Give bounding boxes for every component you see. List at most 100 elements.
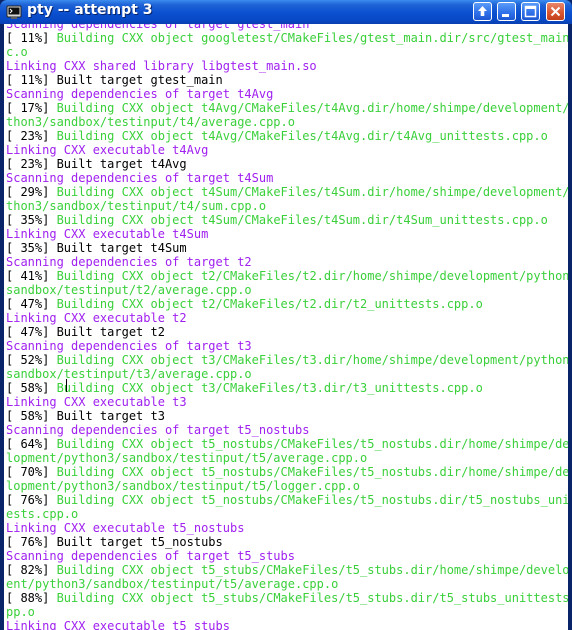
close-button[interactable] bbox=[546, 2, 565, 21]
minimize-button[interactable] bbox=[497, 2, 516, 21]
terminal-line: [ 17%] Building CXX object t4Avg/CMakeFi… bbox=[6, 101, 568, 115]
terminal-line: ent/python3/sandbox/testinput/t5/average… bbox=[6, 577, 568, 591]
line-text: thon3/sandbox/testinput/t4/sum.cpp.o bbox=[6, 199, 267, 213]
terminal-line: [ 35%] Building CXX object t4Sum/CMakeFi… bbox=[6, 213, 568, 227]
terminal-line: [ 47%] Building CXX object t2/CMakeFiles… bbox=[6, 297, 568, 311]
line-text: Scanning dependencies of target t3 bbox=[6, 339, 252, 353]
close-icon bbox=[550, 6, 561, 17]
terminal-line: Scanning dependencies of target t3 bbox=[6, 339, 568, 353]
line-build-text: Building CXX object googletest/CMakeFile… bbox=[56, 31, 568, 45]
terminal-line: lopment/python3/sandbox/testinput/t5/ave… bbox=[6, 451, 568, 465]
up-arrow-button[interactable] bbox=[473, 2, 492, 21]
line-text: [ 64%] bbox=[6, 437, 57, 451]
terminal-line: [ 41%] Building CXX object t2/CMakeFiles… bbox=[6, 269, 568, 283]
terminal-line: [ 23%] Building CXX object t4Avg/CMakeFi… bbox=[6, 129, 568, 143]
terminal-line: Scanning dependencies of target t5_nostu… bbox=[6, 423, 568, 437]
line-text: Scanning dependencies of target t5_stubs bbox=[6, 549, 295, 563]
line-text: [ 58%] bbox=[6, 381, 57, 395]
line-text: [ 52%] bbox=[6, 353, 57, 367]
text-cursor bbox=[66, 379, 67, 392]
terminal-line: [ 76%] Building CXX object t5_nostubs/CM… bbox=[6, 493, 568, 507]
line-build-text: Building CXX object t4Sum/CMakeFiles/t4S… bbox=[56, 185, 568, 199]
line-text: c.o bbox=[6, 45, 28, 59]
terminal-app-icon[interactable] bbox=[6, 4, 22, 20]
line-text: Scanning dependencies of target t4Avg bbox=[6, 87, 274, 101]
line-build-text: Building CXX object t4Avg/CMakeFiles/t4A… bbox=[56, 101, 568, 115]
terminal-line: ests.cpp.o bbox=[6, 507, 568, 521]
minimize-icon bbox=[502, 14, 509, 17]
line-build-text: Building CXX object t5_nostubs/CMakeFile… bbox=[56, 437, 568, 451]
line-text: [ 35%] Built target t4Sum bbox=[6, 241, 187, 255]
terminal-line: [ 58%] Building CXX object t3/CMakeFiles… bbox=[6, 381, 568, 395]
terminal-output[interactable]: Scanning dependencies of target gtest_ma… bbox=[4, 24, 568, 630]
line-text: thon3/sandbox/testinput/t4/average.cpp.o bbox=[6, 115, 295, 129]
line-text: [ 76%] bbox=[6, 493, 57, 507]
line-text: sandbox/testinput/t2/average.cpp.o bbox=[6, 283, 252, 297]
line-text: [ 41%] bbox=[6, 269, 57, 283]
line-text: Scanning dependencies of target t2 bbox=[6, 255, 252, 269]
line-text: [ 82%] bbox=[6, 563, 57, 577]
line-build-text: Building CXX object t4Sum/CMakeFiles/t4S… bbox=[56, 213, 548, 227]
line-text: [ 23%] bbox=[6, 129, 57, 143]
line-text: lopment/python3/sandbox/testinput/t5/ave… bbox=[6, 451, 368, 465]
line-text: [ 76%] Built target t5_nostubs bbox=[6, 535, 223, 549]
terminal-line: [ 88%] Building CXX object t5_stubs/CMak… bbox=[6, 591, 568, 605]
line-build-text: Building CXX object t3/CMakeFiles/t3.dir… bbox=[56, 353, 568, 367]
terminal-line: [ 58%] Built target t3 bbox=[6, 409, 568, 423]
line-text: ests.cpp.o bbox=[6, 507, 79, 521]
line-text: Linking CXX executable t4Avg bbox=[6, 143, 209, 157]
terminal-line: Scanning dependencies of target t5_stubs bbox=[6, 549, 568, 563]
line-text: Linking CXX shared library libgtest_main… bbox=[6, 59, 317, 73]
terminal-line: [ 11%] Building CXX object googletest/CM… bbox=[6, 31, 568, 45]
line-text: [ 58%] Built target t3 bbox=[6, 409, 165, 423]
line-text: pp.o bbox=[6, 605, 35, 619]
line-text: [ 47%] Built target t2 bbox=[6, 325, 165, 339]
terminal-line: Linking CXX shared library libgtest_main… bbox=[6, 59, 568, 73]
line-build-text: Building CXX object t5_nostubs/CMakeFile… bbox=[56, 465, 568, 479]
line-text: lopment/python3/sandbox/testinput/t5/log… bbox=[6, 479, 361, 493]
terminal-line: [ 23%] Built target t4Avg bbox=[6, 157, 568, 171]
line-text: [ 11%] Built target gtest_main bbox=[6, 73, 223, 87]
terminal-line: Linking CXX executable t5_stubs bbox=[6, 619, 568, 630]
line-build-text: Building CXX object t5_stubs/CMakeFiles/… bbox=[56, 591, 568, 605]
terminal-line: [ 70%] Building CXX object t5_nostubs/CM… bbox=[6, 465, 568, 479]
line-build-text: Building CXX object t5_stubs/CMakeFiles/… bbox=[56, 563, 568, 577]
terminal-line: [ 11%] Built target gtest_main bbox=[6, 73, 568, 87]
up-arrow-icon bbox=[478, 6, 487, 16]
line-text: Linking CXX executable t4Sum bbox=[6, 227, 209, 241]
terminal-line: Linking CXX executable t5_nostubs bbox=[6, 521, 568, 535]
terminal-line: [ 64%] Building CXX object t5_nostubs/CM… bbox=[6, 437, 568, 451]
terminal-line: sandbox/testinput/t2/average.cpp.o bbox=[6, 283, 568, 297]
terminal-line: [ 35%] Built target t4Sum bbox=[6, 241, 568, 255]
maximize-button[interactable] bbox=[521, 2, 540, 21]
line-text: sandbox/testinput/t3/average.cpp.o bbox=[6, 367, 252, 381]
terminal-line: c.o bbox=[6, 45, 568, 59]
terminal-lines: Scanning dependencies of target gtest_ma… bbox=[6, 24, 568, 630]
terminal-line: Linking CXX executable t4Sum bbox=[6, 227, 568, 241]
line-text: Linking CXX executable t5_stubs bbox=[6, 619, 230, 630]
line-text: Scanning dependencies of target t4Sum bbox=[6, 171, 274, 185]
terminal-line: Scanning dependencies of target t2 bbox=[6, 255, 568, 269]
maximize-icon bbox=[524, 5, 537, 18]
terminal-line: Linking CXX executable t2 bbox=[6, 311, 568, 325]
terminal-line: sandbox/testinput/t3/average.cpp.o bbox=[6, 367, 568, 381]
title-bar[interactable]: pty -- attempt 3 bbox=[0, 0, 572, 24]
line-text: [ 23%] Built target t4Avg bbox=[6, 157, 187, 171]
line-text: [ 47%] bbox=[6, 297, 57, 311]
terminal-line: [ 47%] Built target t2 bbox=[6, 325, 568, 339]
terminal-line: [ 29%] Building CXX object t4Sum/CMakeFi… bbox=[6, 185, 568, 199]
line-text: Scanning dependencies of target gtest_ma… bbox=[6, 24, 310, 31]
line-build-text: Building CXX object t2/CMakeFiles/t2.dir… bbox=[56, 297, 483, 311]
line-text: [ 11%] bbox=[6, 31, 57, 45]
line-text: [ 17%] bbox=[6, 101, 57, 115]
terminal-line: Linking CXX executable t3 bbox=[6, 395, 568, 409]
line-text: Linking CXX executable t2 bbox=[6, 311, 187, 325]
line-text: [ 29%] bbox=[6, 185, 57, 199]
terminal-line: lopment/python3/sandbox/testinput/t5/log… bbox=[6, 479, 568, 493]
line-build-text: Building CXX object t3/CMakeFiles/t3.dir… bbox=[56, 381, 483, 395]
window-title: pty -- attempt 3 bbox=[27, 2, 153, 18]
terminal-line: Scanning dependencies of target t4Sum bbox=[6, 171, 568, 185]
line-text: Linking CXX executable t3 bbox=[6, 395, 187, 409]
terminal-line: thon3/sandbox/testinput/t4/sum.cpp.o bbox=[6, 199, 568, 213]
line-build-text: Building CXX object t2/CMakeFiles/t2.dir… bbox=[56, 269, 568, 283]
